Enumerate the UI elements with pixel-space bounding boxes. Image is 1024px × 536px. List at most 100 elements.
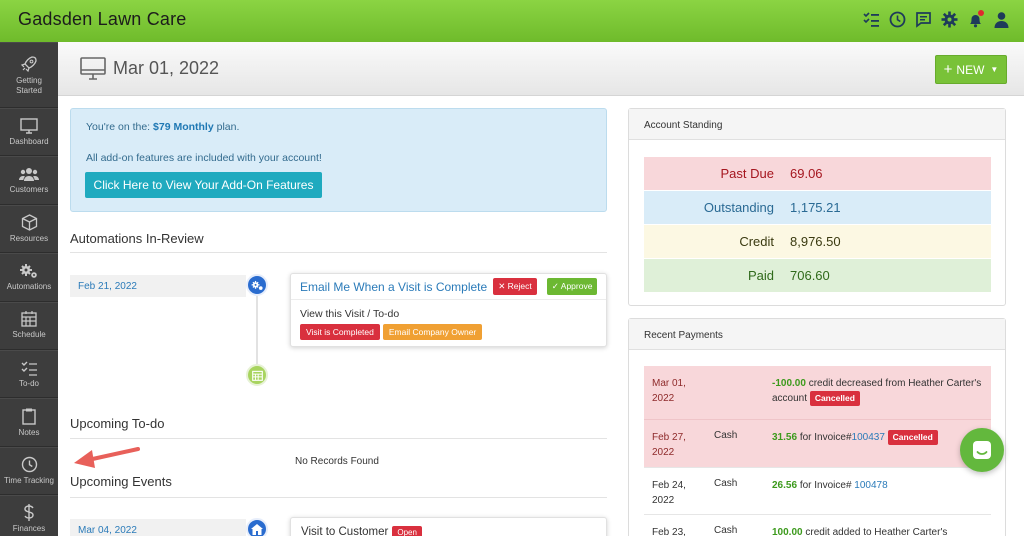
- plan-name: $79 Monthly: [153, 121, 214, 133]
- status-badge: Cancelled: [809, 391, 860, 406]
- plan-alert: You're on the: $79 Monthly plan. All add…: [70, 108, 607, 212]
- divider: [70, 497, 607, 498]
- users-icon: [19, 168, 39, 182]
- account-standing-title: Account Standing: [629, 109, 1005, 140]
- notification-dot: [978, 10, 984, 16]
- payment-method: Cash: [714, 525, 738, 536]
- clock-icon[interactable]: [888, 10, 906, 28]
- sidebar-item-schedule[interactable]: Schedule: [0, 301, 58, 350]
- todo-empty-text: No Records Found: [295, 456, 379, 467]
- automation-card: Email Me When a Visit is Complete ✕ Reje…: [290, 273, 607, 347]
- sidebar-item-resources[interactable]: Resources: [0, 204, 58, 254]
- approve-label: Approve: [560, 281, 593, 291]
- chat-icon: [973, 441, 991, 459]
- user-icon[interactable]: [992, 10, 1010, 28]
- chat-launcher-button[interactable]: [960, 428, 1004, 472]
- sidebar-item-label: Schedule: [12, 330, 46, 340]
- automation-date: Feb 21, 2022: [70, 275, 246, 297]
- sidebar-item-finances[interactable]: Finances: [0, 495, 58, 536]
- payment-description: 100.00 credit added to Heather Carter's: [772, 525, 982, 536]
- approve-button[interactable]: ✓ Approve: [546, 278, 598, 295]
- event-date: Mar 04, 2022: [70, 519, 246, 536]
- plan-prefix: You're on the:: [86, 121, 151, 133]
- payment-amount: 26.56: [772, 480, 798, 491]
- checklist-icon: [21, 361, 37, 376]
- todo-title: Upcoming To-do: [70, 416, 165, 431]
- standing-row-outstanding: Outstanding 1,175.21: [644, 191, 991, 224]
- invoice-link[interactable]: 100478: [854, 480, 887, 491]
- top-bar: Gadsden Lawn Care: [0, 0, 1024, 42]
- standing-label: Past Due: [720, 166, 774, 181]
- sidebar-item-label: Dashboard: [9, 136, 49, 146]
- automations-title: Automations In-Review: [70, 231, 204, 246]
- payment-date: Feb 24, 2022: [652, 480, 686, 506]
- event-status-badge: Open: [392, 526, 422, 536]
- timeline-line: [256, 286, 258, 376]
- checklist-icon[interactable]: [862, 10, 880, 28]
- home-icon: [246, 518, 268, 536]
- sidebar-item-customers[interactable]: Customers: [0, 156, 58, 205]
- standing-row-paid: Paid 706.60: [644, 259, 991, 292]
- sidebar-item-automations[interactable]: Automations: [0, 253, 58, 302]
- standing-value: 706.60: [790, 268, 830, 283]
- automation-body-text: View this Visit / To-do: [300, 308, 400, 320]
- sidebar-item-time-tracking[interactable]: Time Tracking: [0, 446, 58, 496]
- payment-date: Feb 27, 2022: [652, 432, 686, 458]
- sidebar-item-dashboard[interactable]: Dashboard: [0, 108, 58, 157]
- standing-row-past-due: Past Due 69.06: [644, 157, 991, 190]
- cube-icon: [21, 214, 37, 231]
- sidebar-item-label: Resources: [9, 233, 49, 243]
- payment-amount: -100.00: [772, 378, 806, 389]
- calendar-icon: [21, 311, 37, 327]
- plan-suffix: plan.: [216, 121, 240, 133]
- payment-date: Feb 23,: [652, 527, 686, 536]
- monitor-icon: [80, 57, 106, 80]
- sidebar-item-label: To-do: [18, 378, 39, 388]
- payment-row: Feb 24, 2022 Cash 26.56 for Invoice# 100…: [644, 467, 991, 514]
- sidebar-item-notes[interactable]: Notes: [0, 398, 58, 447]
- events-title: Upcoming Events: [70, 474, 172, 489]
- standing-label: Credit: [739, 234, 774, 249]
- payment-method: Cash: [714, 478, 738, 489]
- sidebar-item-todo[interactable]: To-do: [0, 349, 58, 399]
- payment-text: for Invoice#: [799, 432, 852, 443]
- sidebar-item-label: Automations: [6, 281, 52, 291]
- view-addons-button[interactable]: Click Here to View Your Add-On Features: [85, 172, 322, 198]
- new-button[interactable]: + NEW ▼: [935, 55, 1007, 84]
- payment-row: Feb 23, Cash 100.00 credit added to Heat…: [644, 514, 991, 536]
- payment-description: 26.56 for Invoice# 100478: [772, 478, 982, 493]
- bell-icon[interactable]: [966, 10, 984, 28]
- payment-row: Feb 27, 2022 Cash 31.56 for Invoice#1004…: [644, 419, 991, 467]
- plan-line: You're on the: $79 Monthly plan.: [86, 121, 239, 133]
- payment-amount: 100.00: [772, 527, 803, 536]
- new-button-label: NEW: [956, 62, 985, 77]
- sidebar-item-getting-started[interactable]: Getting Started: [0, 42, 58, 108]
- payment-amount: 31.56: [772, 432, 798, 443]
- invoice-link[interactable]: 100437: [852, 432, 885, 443]
- arrow-annotation: [74, 447, 140, 468]
- clock-icon: [21, 456, 37, 473]
- divider: [70, 438, 607, 439]
- gears-icon: [246, 274, 268, 296]
- event-name: Visit to Customer: [301, 526, 389, 536]
- monitor-icon: [20, 117, 38, 134]
- reject-button[interactable]: ✕ Reject: [493, 278, 537, 295]
- clipboard-icon: [22, 408, 36, 425]
- addons-text: All add-on features are included with yo…: [86, 152, 322, 164]
- automation-card-header: Email Me When a Visit is Complete ✕ Reje…: [291, 274, 606, 300]
- automation-name[interactable]: Email Me When a Visit is Complete: [300, 280, 487, 294]
- event-card[interactable]: Visit to Customer Open: [290, 517, 607, 536]
- payment-date: Mar 01, 2022: [652, 378, 686, 404]
- gear-icon[interactable]: [940, 10, 958, 28]
- chat-icon[interactable]: [914, 10, 932, 28]
- caret-down-icon: ▼: [990, 65, 999, 74]
- sidebar-item-label: Getting Started: [16, 75, 42, 95]
- sidebar-item-label: Finances: [12, 524, 46, 534]
- sidebar-item-label: Customers: [9, 185, 49, 195]
- payment-description: 31.56 for Invoice#100437 Cancelled: [772, 430, 982, 445]
- top-icons: [862, 10, 1010, 28]
- status-badge: Cancelled: [887, 430, 938, 445]
- sidebar-item-label: Notes: [18, 427, 40, 437]
- payment-text: for Invoice#: [799, 480, 852, 491]
- check-icon: ✓: [551, 281, 561, 291]
